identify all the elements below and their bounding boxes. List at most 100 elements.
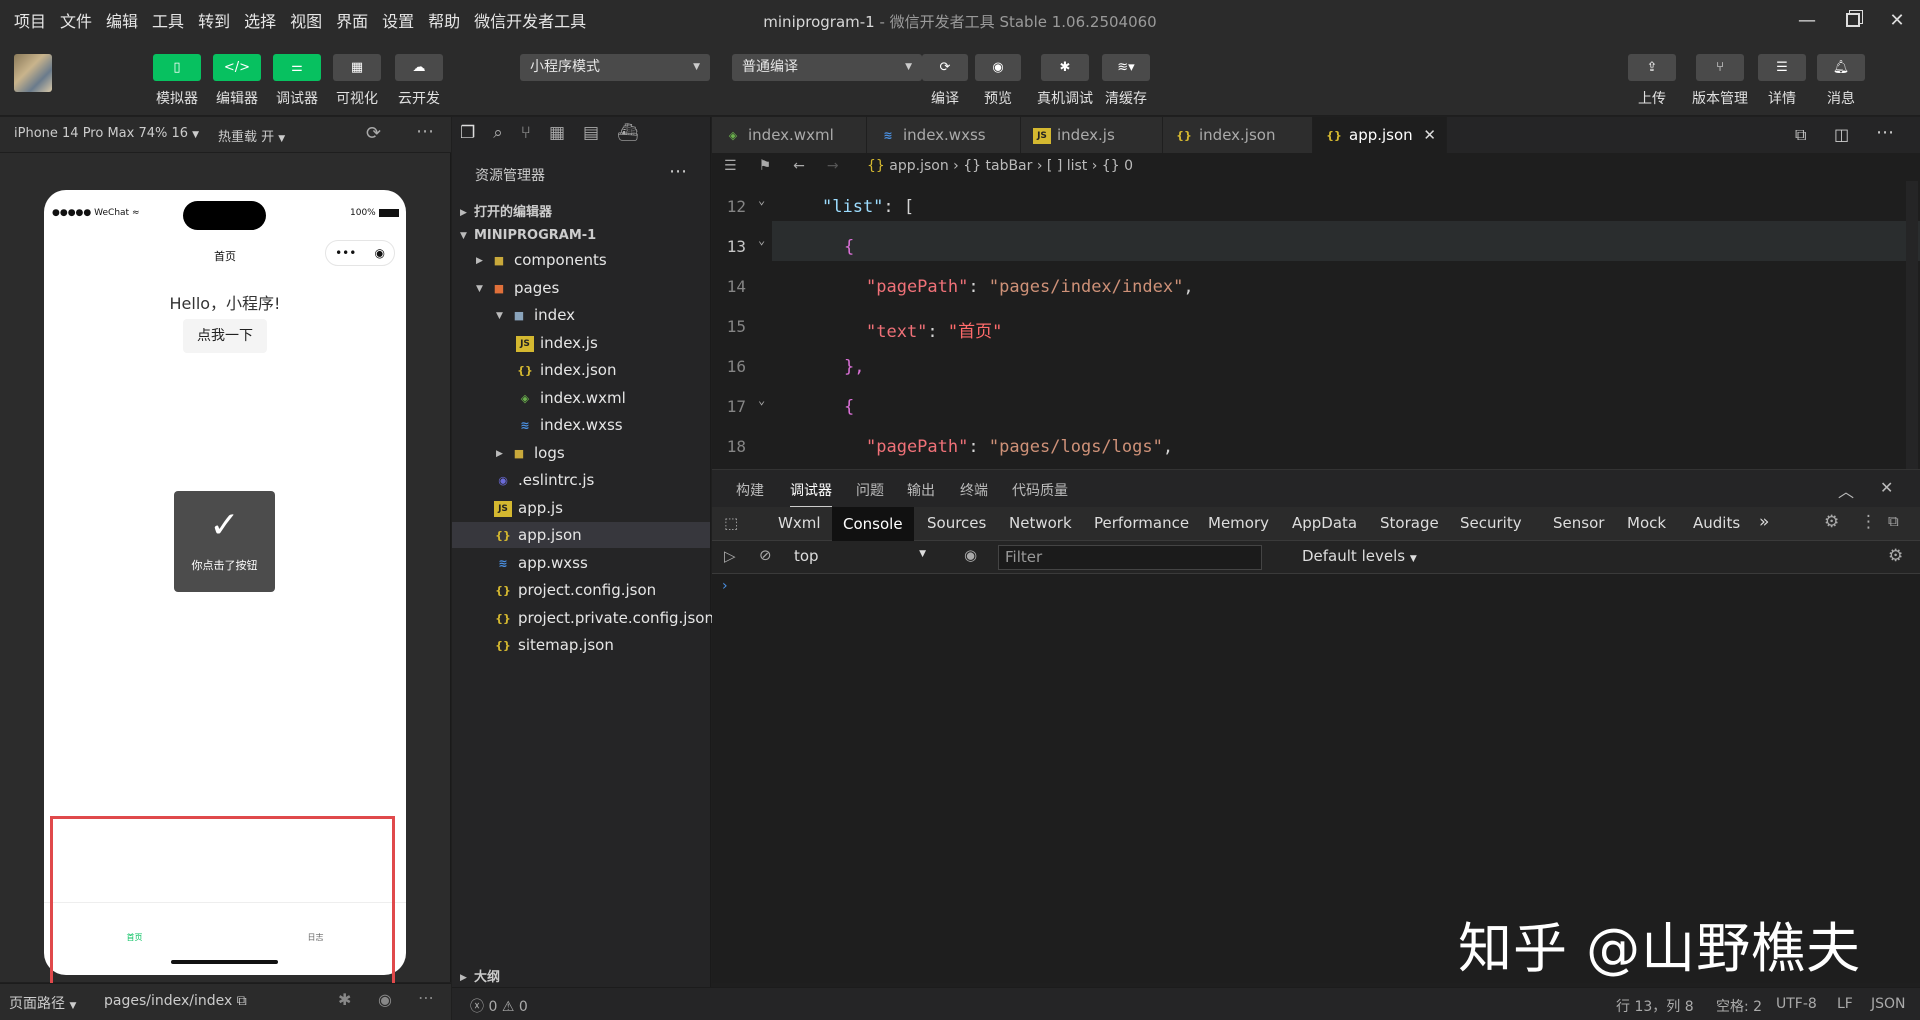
filter-input[interactable]: Filter [998,545,1262,570]
devtab-sensor[interactable]: Sensor [1553,514,1604,532]
indentation[interactable]: 空格: 2 [1716,996,1762,1016]
search-icon[interactable]: ⌕ [493,123,503,143]
outline-section[interactable]: ▶ 大纲 [460,966,500,985]
problems-indicator[interactable]: ⓧ 0 ⚠ 0 [470,996,528,1016]
debugger-button[interactable]: ⚌ 调试器 [273,54,321,108]
tree-item-app-json[interactable]: {} app.json [452,522,710,548]
rotate-icon[interactable]: ⟳ [366,123,381,144]
upload-button[interactable]: ⇪ 上传 [1628,54,1676,108]
more-dots-icon[interactable]: ••• [335,246,356,260]
hot-reload-toggle[interactable]: 热重载 开 ▼ [218,126,285,145]
compile-button[interactable]: ⟳ 编译 [922,54,968,108]
git-icon[interactable]: ⑂ [521,123,531,143]
messages-button[interactable]: 🔔︎ 消息 [1817,54,1865,108]
bug-icon[interactable]: ✱ [338,990,351,1009]
tree-item-index-wxml[interactable]: ◈ index.wxml [516,385,626,411]
panel-tab-debugger[interactable]: 调试器 [790,480,832,508]
tab-index-json[interactable]: {} index.json [1163,117,1313,153]
devtab-sources[interactable]: Sources [927,514,986,532]
levels-select[interactable]: Default levels ▼ [1302,547,1417,565]
tab-app-json[interactable]: {} app.json ✕ [1313,117,1447,153]
avatar[interactable] [14,54,52,92]
breadcrumb-item[interactable]: app.json [889,158,948,174]
panel-icon[interactable]: ▤ [583,123,599,143]
forward-icon[interactable]: → [827,158,839,174]
eye-icon[interactable]: ◉ [378,990,392,1009]
files-icon[interactable]: ❐ [460,123,475,143]
sidebar-toggle-icon[interactable]: ▷ [724,547,736,565]
open-editors-section[interactable]: ▶ 打开的编辑器 [460,201,552,220]
tree-item-project-config[interactable]: {} project.config.json [494,577,656,603]
panel-tab-output[interactable]: 输出 [907,480,935,500]
close-panel-icon[interactable]: ✕ [1880,478,1893,497]
tree-item-eslintrc[interactable]: ◉ .eslintrc.js [494,467,594,493]
breadcrumb-item[interactable]: 0 [1124,158,1133,174]
split-editor-icon[interactable]: ◫ [1834,125,1849,144]
breadcrumb-item[interactable]: list [1067,158,1088,174]
close-window-button[interactable]: ✕ [1874,0,1920,40]
fold-icon[interactable]: ⌄ [758,393,765,407]
tree-item-app-js[interactable]: JS app.js [494,495,563,521]
details-button[interactable]: ☰ 详情 [1758,54,1806,108]
devtab-wxml[interactable]: Wxml [778,514,821,532]
root-folder[interactable]: ▼ MINIPROGRAM-1 [460,228,596,243]
tree-item-project-private-config[interactable]: {} project.private.config.json [494,605,714,631]
tree-item-pages[interactable]: ▼ ■ pages [476,275,559,301]
close-tab-icon[interactable]: ✕ [1423,117,1436,153]
devtab-memory[interactable]: Memory [1208,514,1269,532]
more-tabs-icon[interactable]: » [1759,512,1769,532]
more-icon[interactable]: ⋯ [1876,122,1894,143]
target-icon[interactable]: ◉ [374,246,384,260]
tab-index-wxml[interactable]: ◈ index.wxml [712,117,867,153]
breadcrumb-item[interactable]: tabBar [986,158,1033,174]
devtab-mock[interactable]: Mock [1627,514,1666,532]
minimize-button[interactable]: — [1784,0,1830,40]
preview-button[interactable]: ◉ 预览 [975,54,1021,108]
code-editor[interactable]: 12 13 14 15 16 17 18 ⌄ ⌄ ⌄ "list": [ { "… [712,181,1920,469]
devtab-appdata[interactable]: AppData [1292,514,1357,532]
editor-button[interactable]: </> 编辑器 [213,54,261,108]
devtab-console[interactable]: Console [832,507,914,541]
back-icon[interactable]: ← [793,158,805,174]
extensions-icon[interactable]: ▦ [549,123,565,143]
tab-index-wxss[interactable]: ≋ index.wxss [867,117,1021,153]
device-select[interactable]: iPhone 14 Pro Max 74% 16 ▼ [14,126,199,141]
mode-select[interactable]: 小程序模式 ▼ [520,54,710,81]
fold-icon[interactable]: ⌄ [758,193,765,207]
more-icon[interactable]: ⋯ [416,121,434,142]
docker-icon[interactable]: ⛴ [617,123,639,143]
language-mode[interactable]: JSON [1871,996,1906,1012]
tab-index-js[interactable]: JS index.js [1021,117,1163,153]
fold-icon[interactable]: ⌄ [758,233,765,247]
copy-icon[interactable]: ⧉ [237,993,247,1009]
tree-item-index-folder[interactable]: ▼ ■ index [486,302,575,328]
panel-tab-problems[interactable]: 问题 [856,480,884,500]
list-icon[interactable]: ☰ [724,158,737,174]
tap-button[interactable]: 点我一下 [183,319,267,353]
devtab-storage[interactable]: Storage [1380,514,1439,532]
maximize-button[interactable] [1830,0,1876,40]
visual-button[interactable]: ▦ 可视化 [333,54,381,108]
inspect-icon[interactable]: ⬚ [724,514,738,532]
more-icon[interactable]: ⋯ [669,161,687,182]
console-prompt[interactable]: › [722,578,728,594]
eye-icon[interactable]: ◉ [964,546,977,564]
tree-item-index-json[interactable]: {} index.json [516,357,616,383]
encoding[interactable]: UTF-8 [1776,996,1817,1012]
tree-item-logs[interactable]: ▶ ■ logs [486,440,565,466]
clear-cache-button[interactable]: ≋▾ 清缓存 [1102,54,1150,108]
real-debug-button[interactable]: ✱ 真机调试 [1037,54,1093,108]
clear-console-icon[interactable]: ⊘ [759,546,772,564]
panel-tab-terminal[interactable]: 终端 [960,480,988,500]
kebab-icon[interactable]: ⋮ [1860,512,1877,532]
devtab-performance[interactable]: Performance [1094,514,1189,532]
chevron-up-icon[interactable]: ︿ [1838,478,1854,502]
dock-icon[interactable]: ⧉ [1888,512,1899,530]
gear-icon[interactable]: ⚙ [1824,512,1839,532]
tree-item-components[interactable]: ▶ ■ components [476,247,607,273]
capsule-button[interactable]: ••• ◉ [325,240,395,266]
simulator-button[interactable]: ▯ 模拟器 [153,54,201,108]
tree-item-app-wxss[interactable]: ≋ app.wxss [494,550,587,576]
version-button[interactable]: ⑂ 版本管理 [1692,54,1748,108]
panel-tab-build[interactable]: 构建 [736,480,764,500]
